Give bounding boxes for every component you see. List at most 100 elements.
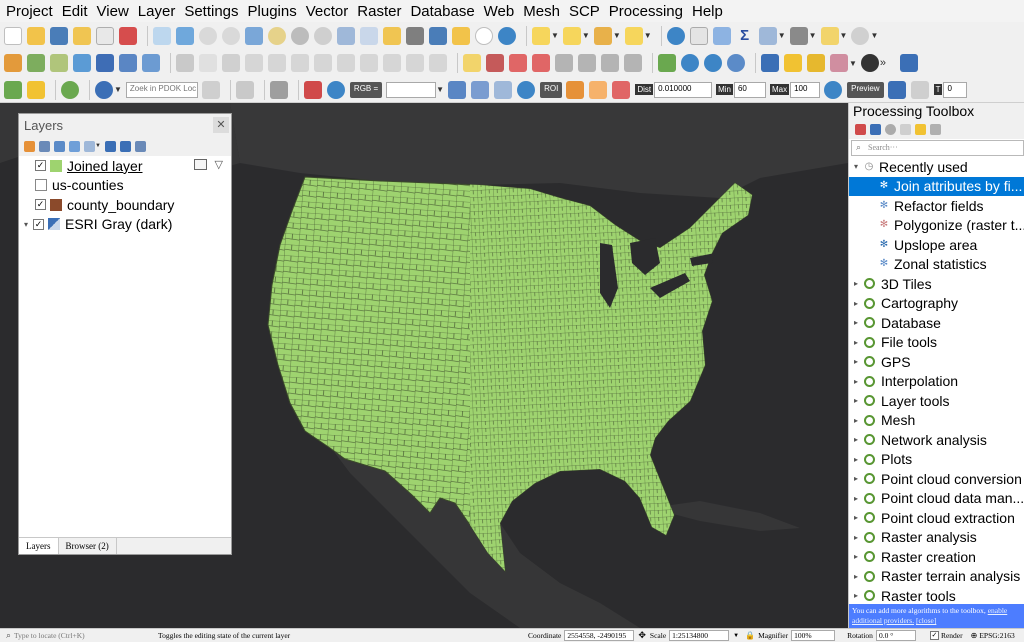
tree-provider-group[interactable]: ▸ Layer tools [849,391,1024,411]
tree-recent-algorithm[interactable]: ✻ Polygonize (raster t... [849,216,1024,236]
history-clock-icon[interactable] [885,124,896,135]
models-icon[interactable] [855,124,866,135]
tree-provider-group[interactable]: ▸ Raster analysis [849,528,1024,548]
tree-recently-used[interactable]: ▾ ◷ Recently used [849,157,1024,177]
close-panel-icon[interactable]: ✕ [213,117,229,133]
scp-main-icon[interactable] [303,80,322,99]
scale-combo[interactable]: 1:25134800 [669,630,730,641]
scp-dock-icon[interactable] [269,80,288,99]
new-project-icon[interactable] [4,26,22,45]
band-set-icon[interactable] [448,80,467,99]
chevron-right-icon[interactable]: ▸ [854,572,864,581]
pan-hand-icon[interactable] [153,26,171,45]
statistics-sigma-icon[interactable]: Σ [735,26,754,45]
rotation-input[interactable]: 0.0 ° [875,630,916,641]
chevron-right-icon[interactable]: ▸ [854,416,864,425]
toggle-editing-pencil-icon[interactable] [199,54,217,72]
chevron-right-icon[interactable]: ▸ [854,435,864,444]
chevron-right-icon[interactable]: ▸ [854,494,864,503]
tree-recent-algorithm[interactable]: ✻ Upslope area [849,235,1024,255]
zoom-layer-icon[interactable] [291,26,309,45]
roi-erase-icon[interactable] [612,80,631,99]
rgb-combo[interactable] [386,81,437,98]
cut-features-icon[interactable] [337,54,355,72]
tab-layers[interactable]: Layers [19,538,59,554]
menu-raster[interactable]: Raster [357,3,401,20]
chevron-right-icon[interactable]: ▸ [854,377,864,386]
close-notice-link[interactable]: [close] [916,616,936,625]
tree-provider-group[interactable]: ▸ Database [849,313,1024,333]
measure-line-icon[interactable] [789,26,808,45]
add-wms-icon[interactable] [119,54,137,72]
paste-features-icon[interactable] [383,54,401,72]
tree-provider-group[interactable]: ▸ Raster terrain analysis [849,567,1024,587]
identify-icon[interactable] [666,26,685,45]
menu-layer[interactable]: Layer [138,3,176,20]
data-source-manager-icon[interactable] [4,54,22,72]
tree-provider-group[interactable]: ▸ Mesh [849,411,1024,431]
quickmapservices-icon[interactable] [4,80,22,99]
temporal-controller-icon[interactable] [475,26,493,45]
zoom-last-icon[interactable] [337,26,355,45]
open-attribute-table-icon[interactable] [194,159,207,170]
chevron-right-icon[interactable]: ▸ [854,591,864,600]
menu-view[interactable]: View [97,3,129,20]
processing-toolbox-icon[interactable] [712,26,731,45]
tree-recent-algorithm[interactable]: ✻ Refactor fields [849,196,1024,216]
chevron-right-icon[interactable]: ▸ [854,279,864,288]
menu-settings[interactable]: Settings [184,3,238,20]
menu-database[interactable]: Database [410,3,474,20]
rotate-label-icon[interactable] [578,54,596,72]
magnifier-input[interactable]: 100% [791,630,836,641]
georeferencer-icon[interactable] [658,54,676,72]
menu-mesh[interactable]: Mesh [523,3,560,20]
mouse-pointer-icon[interactable]: ✥ [638,630,646,641]
scp-tree-icon[interactable] [235,80,254,99]
highlight-pinned-icon[interactable] [532,54,550,72]
add-delimited-text-icon[interactable] [50,54,68,72]
tree-provider-group[interactable]: ▸ Raster tools [849,586,1024,606]
collapse-all-icon[interactable] [119,140,131,152]
expand-all-icon[interactable] [104,140,116,152]
redo-icon[interactable] [429,54,447,72]
layer-visibility-checkbox[interactable]: ✓ [35,160,46,172]
bookmark-icon[interactable] [429,26,447,45]
open-field-calculator-icon[interactable] [758,26,777,45]
tree-recent-algorithm[interactable]: ✻ Join attributes by fi... [849,176,1024,196]
print-layout-icon[interactable] [96,26,114,45]
zoom-next-icon[interactable] [360,26,378,45]
layer-row[interactable]: us-counties [19,176,231,196]
vertex-tool-icon[interactable] [268,54,286,72]
layer-row[interactable]: ✓ county_boundary [19,195,231,215]
render-checkbox[interactable]: ✓ [929,631,939,640]
tree-provider-group[interactable]: ▸ File tools [849,333,1024,353]
preview-transparency-icon[interactable] [910,80,929,99]
tree-provider-group[interactable]: ▸ Point cloud data man... [849,489,1024,509]
tree-provider-group[interactable]: ▸ 3D Tiles [849,274,1024,294]
tree-provider-group[interactable]: ▸ Network analysis [849,430,1024,450]
tree-recent-algorithm[interactable]: ✻ Zonal statistics [849,255,1024,275]
tree-provider-group[interactable]: ▸ Point cloud conversion [849,469,1024,489]
pdok-locator-icon[interactable] [95,80,113,99]
decorations-gear-icon[interactable] [851,26,870,45]
roi-zoom-icon[interactable] [517,80,536,99]
plugin-smile-icon[interactable] [784,54,802,72]
locate-input[interactable]: Type to locate (Ctrl+K) [14,631,132,640]
add-wfs-icon[interactable] [142,54,160,72]
label-tool-icon[interactable] [463,54,481,72]
show-bookmarks-icon[interactable] [452,26,470,45]
refresh-icon[interactable] [498,26,516,45]
overflow-chevron-icon[interactable]: » [880,57,886,69]
select-location-icon[interactable] [624,26,643,45]
remove-layer-icon[interactable] [134,140,146,152]
open-project-icon[interactable] [27,26,45,45]
dropdown-arrow-icon[interactable]: ▼ [849,59,857,68]
style-brush-icon[interactable] [24,140,35,152]
dropdown-arrow-icon[interactable]: ▼ [436,85,444,94]
change-label-icon[interactable] [601,54,619,72]
save-as-icon[interactable] [73,26,91,45]
dropdown-arrow-icon[interactable]: ▼ [644,31,652,40]
dropdown-arrow-icon[interactable]: ▼ [809,31,817,40]
menu-edit[interactable]: Edit [62,3,88,20]
share-icon[interactable] [61,80,79,99]
